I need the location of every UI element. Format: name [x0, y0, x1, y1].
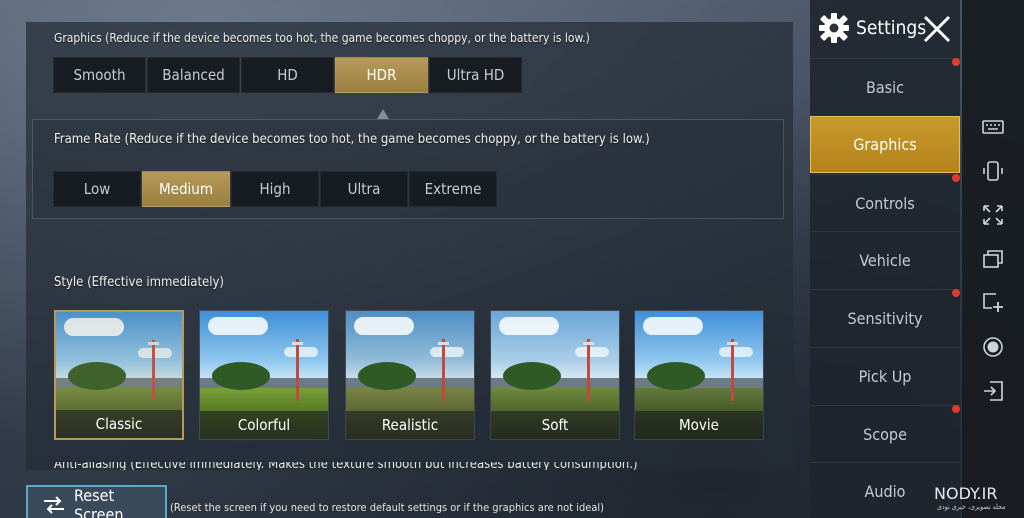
- frame-rate-option-ultra[interactable]: Ultra: [320, 171, 408, 207]
- thumb-tower-top: [727, 341, 738, 345]
- style-option-colorful[interactable]: Colorful: [199, 310, 329, 440]
- watermark-logo: NODY.IR: [934, 484, 998, 503]
- graphics-option-hd[interactable]: HD: [241, 57, 334, 93]
- multi-window-icon[interactable]: [982, 248, 1004, 270]
- thumb-cloud: [430, 347, 464, 357]
- sidebar-item-graphics[interactable]: Graphics: [810, 116, 960, 173]
- thumb-cloud: [284, 347, 318, 357]
- phone-rotate-icon[interactable]: [982, 160, 1004, 182]
- gear-icon: [818, 12, 850, 44]
- settings-sidebar: Settings Basic Graphics Controls Vehicle…: [810, 0, 960, 518]
- sidebar-item-pick-up[interactable]: Pick Up: [810, 347, 960, 404]
- frame-rate-title: Frame Rate (Reduce if the device becomes…: [54, 132, 650, 147]
- graphics-option-ultra-hd[interactable]: Ultra HD: [429, 57, 522, 93]
- frame-rate-option-low[interactable]: Low: [53, 171, 141, 207]
- thumb-tower-top: [583, 341, 594, 345]
- thumb-tower: [296, 339, 299, 401]
- close-icon[interactable]: [922, 14, 952, 44]
- settings-title: Settings: [856, 17, 927, 39]
- notification-dot: [952, 405, 960, 413]
- thumb-tower-top: [438, 341, 449, 345]
- watermark-subtext: مجله تصویری، خبری نودی: [937, 503, 1006, 511]
- thumb-tree: [503, 362, 561, 391]
- sidebar-item-sensitivity[interactable]: Sensitivity: [810, 289, 960, 346]
- graphics-option-smooth[interactable]: Smooth: [53, 57, 146, 93]
- style-label: Colorful: [200, 411, 328, 439]
- thumb-cloud: [643, 317, 703, 335]
- selection-pointer: [377, 109, 389, 119]
- notification-dot: [952, 58, 960, 66]
- thumb-cloud: [575, 347, 609, 357]
- exit-icon[interactable]: [982, 380, 1004, 402]
- anti-aliasing-title: Anti-aliasing (Effective immediately. Ma…: [54, 462, 638, 470]
- sidebar-item-vehicle[interactable]: Vehicle: [810, 231, 960, 288]
- graphics-title: Graphics (Reduce if the device becomes t…: [54, 31, 590, 45]
- sidebar-item-controls[interactable]: Controls: [810, 174, 960, 231]
- notification-dot: [952, 289, 960, 297]
- anti-aliasing-title-partial: Anti-aliasing (Effective immediately. Ma…: [54, 462, 638, 470]
- frame-rate-option-medium[interactable]: Medium: [142, 171, 230, 207]
- style-label: Soft: [491, 411, 619, 439]
- reset-screen-label: Reset Screen: [74, 486, 124, 518]
- style-option-classic[interactable]: Classic: [54, 310, 184, 440]
- thumb-tree: [212, 362, 270, 391]
- swap-arrows-icon: [42, 496, 66, 514]
- style-label: Classic: [56, 410, 182, 438]
- graphics-option-balanced[interactable]: Balanced: [147, 57, 240, 93]
- style-label: Realistic: [346, 411, 474, 439]
- style-label: Movie: [635, 411, 763, 439]
- thumb-tower: [731, 339, 734, 401]
- reset-screen-button[interactable]: Reset Screen: [26, 485, 167, 518]
- fullscreen-icon[interactable]: [982, 204, 1004, 226]
- thumb-tree: [358, 362, 416, 391]
- reset-note: (Reset the screen if you need to restore…: [170, 501, 605, 514]
- thumb-tower-top: [292, 341, 303, 345]
- frame-rate-option-extreme[interactable]: Extreme: [409, 171, 497, 207]
- thumb-tower: [587, 339, 590, 401]
- thumb-cloud: [208, 317, 268, 335]
- style-option-movie[interactable]: Movie: [634, 310, 764, 440]
- style-option-soft[interactable]: Soft: [490, 310, 620, 440]
- sidebar-item-scope[interactable]: Scope: [810, 405, 960, 462]
- notification-dot: [952, 174, 960, 182]
- keyboard-icon[interactable]: [982, 116, 1004, 138]
- thumb-tower: [442, 339, 445, 401]
- thumb-cloud: [499, 317, 559, 335]
- style-title: Style (Effective immediately): [54, 275, 224, 290]
- frame-rate-selector: Low Medium High Ultra Extreme: [53, 171, 498, 207]
- sidebar-item-basic[interactable]: Basic: [810, 58, 960, 115]
- record-icon[interactable]: [982, 336, 1004, 358]
- thumb-tree: [647, 362, 705, 391]
- add-window-icon[interactable]: [982, 292, 1004, 314]
- thumb-cloud: [719, 347, 753, 357]
- thumb-cloud: [354, 317, 414, 335]
- style-option-realistic[interactable]: Realistic: [345, 310, 475, 440]
- emulator-toolbar: [962, 0, 1024, 518]
- frame-rate-option-high[interactable]: High: [231, 171, 319, 207]
- graphics-option-hdr[interactable]: HDR: [335, 57, 428, 93]
- graphics-quality-selector: Smooth Balanced HD HDR Ultra HD: [53, 57, 523, 93]
